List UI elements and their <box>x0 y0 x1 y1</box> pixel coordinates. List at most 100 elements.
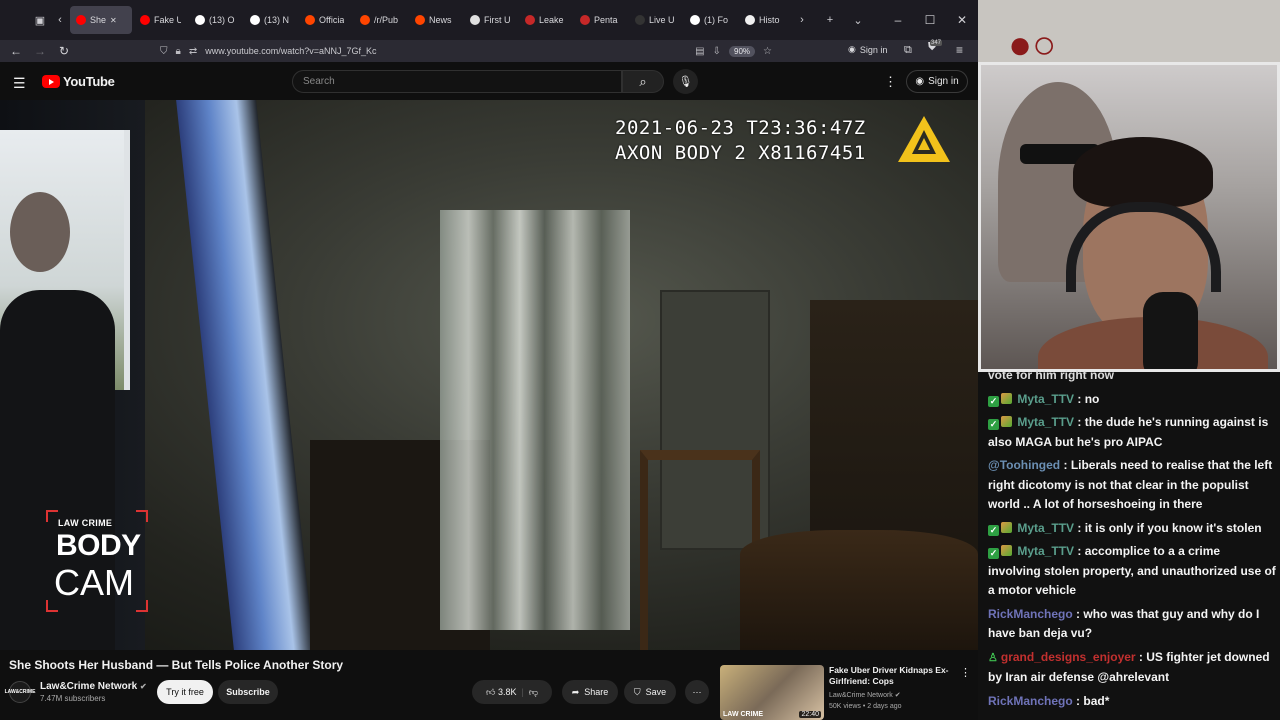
tab-favicon-icon <box>470 15 480 25</box>
lock-icon[interactable]: 🔒︎ <box>176 46 181 57</box>
chat-username[interactable]: Myta_TTV <box>1017 544 1074 558</box>
zoom-badge[interactable]: 90% <box>729 45 756 57</box>
maximize-icon[interactable]: ☐ <box>914 13 946 27</box>
shield-icon[interactable]: ⛉ <box>160 46 168 57</box>
chat-message: ✓ Myta_TTV : it is only if you know it's… <box>978 517 1280 541</box>
video-scene-door-frame <box>176 100 314 650</box>
url-bar[interactable]: ⛉ 🔒︎ ⇄ www.youtube.com/watch?v=aNNJ_7Gf_… <box>152 41 772 61</box>
browser-tab[interactable]: Penta <box>574 6 627 34</box>
search-input[interactable]: Search <box>292 70 622 93</box>
minimize-icon[interactable]: – <box>882 13 914 27</box>
tab-list-icon[interactable]: ⌄ <box>848 10 868 30</box>
tab-label: (13) O <box>209 15 235 25</box>
browser-tab[interactable]: Live U <box>629 6 682 34</box>
more-actions-button[interactable]: ⋯ <box>685 680 709 704</box>
chat-separator: : <box>1135 649 1147 664</box>
recommended-thumbnail[interactable]: LAW CRIME 22:40 <box>720 665 824 720</box>
channel-name-text[interactable]: Law&Crime Network <box>40 681 137 692</box>
tab-favicon-icon <box>580 15 590 25</box>
browser-tab[interactable]: (13) O <box>189 6 242 34</box>
share-button[interactable]: ➦ Share <box>562 680 618 704</box>
thumbs-up-icon: 👍︎ <box>486 686 496 697</box>
browser-signin-label: Sign in <box>859 44 888 55</box>
chat-text: no <box>1084 391 1100 406</box>
voice-search-button[interactable]: 🎙︎ <box>673 69 698 94</box>
recommended-channel-name[interactable]: Law&Crime Network <box>829 692 893 699</box>
chat-username[interactable]: Myta_TTV <box>1017 415 1074 429</box>
browser-tab[interactable]: (1) Fo <box>684 6 737 34</box>
permissions-icon[interactable]: ⇄ <box>189 46 197 57</box>
browser-tab[interactable]: News <box>409 6 462 34</box>
youtube-play-icon <box>42 75 60 88</box>
logo-corner <box>136 510 148 522</box>
browser-tab[interactable]: Histo <box>739 6 792 34</box>
chat-message: ✓ Myta_TTV : the dude he's running again… <box>978 411 1280 454</box>
reload-icon[interactable]: ↻ <box>52 44 76 58</box>
tab-scroll-right-icon[interactable]: › <box>792 10 812 30</box>
verified-icon: ✔︎ <box>894 692 901 699</box>
checkmark-badge-icon: ✓ <box>988 419 999 430</box>
video-player[interactable]: 2021-06-23 T23:36:47Z AXON BODY 2 X81167… <box>0 100 978 650</box>
tab-favicon-icon <box>195 15 205 25</box>
channel-row: LAW&CRIME Law&Crime Network ✔︎ 7.47M sub… <box>5 679 969 705</box>
url-text[interactable]: www.youtube.com/watch?v=aNNJ_7Gf_Kc <box>205 46 376 56</box>
tab-favicon-icon <box>745 15 755 25</box>
chat-username[interactable]: grand_designs_enjoyer <box>1001 650 1136 664</box>
forward-icon[interactable]: → <box>28 44 52 58</box>
like-button[interactable]: 👍︎ 3.8K <box>486 687 516 698</box>
tab-overview-icon[interactable]: ▣ <box>30 10 50 30</box>
search-button[interactable]: ⌕ <box>622 70 664 93</box>
subscribe-button[interactable]: Subscribe <box>218 680 278 704</box>
tab-label: First U <box>484 15 511 25</box>
chat-message: ✓ Myta_TTV : no <box>978 388 1280 412</box>
chat-username[interactable]: Myta_TTV <box>1017 521 1074 535</box>
browser-tab[interactable]: First U <box>464 6 517 34</box>
browser-tab[interactable]: Officia <box>299 6 352 34</box>
close-window-icon[interactable]: ✕ <box>946 13 978 27</box>
tab-scroll-left-icon[interactable]: ‹ <box>50 10 70 30</box>
youtube-logo[interactable]: YouTube <box>42 74 115 89</box>
chat-separator: : <box>1074 520 1085 535</box>
browser-window: ▣ ‹ She ✕ Fake U (13) O (13) N Officia/r/Pub N… <box>0 0 978 720</box>
close-tab-icon[interactable]: ✕ <box>110 16 117 25</box>
new-tab-icon[interactable]: + <box>820 10 840 30</box>
save-page-icon[interactable]: ⇩ <box>713 46 721 57</box>
chat-username[interactable]: @Toohinged <box>988 458 1060 472</box>
back-icon[interactable]: ← <box>4 44 28 58</box>
browser-signin-button[interactable]: ◉ Sign in <box>848 44 887 55</box>
tab-favicon-icon <box>305 15 315 25</box>
guide-menu-icon[interactable]: ☰ <box>13 75 26 92</box>
reader-view-icon[interactable]: ▤ <box>695 46 704 57</box>
save-button[interactable]: ⛉ Save <box>624 680 676 704</box>
app-menu-icon[interactable]: ≡ <box>956 43 963 57</box>
chat-username[interactable]: RickManchego <box>988 607 1073 621</box>
browser-tab[interactable]: Fake U <box>134 6 187 34</box>
chat-message: RickManchego : who was that guy and why … <box>978 603 1280 646</box>
extensions-icon[interactable]: ⧉ <box>904 44 912 57</box>
thumbs-down-icon[interactable]: 👎︎ <box>529 687 538 698</box>
chat-username[interactable]: RickManchego <box>988 694 1073 708</box>
recommended-title[interactable]: Fake Uber Driver Kidnaps Ex-Girlfriend: … <box>829 665 954 687</box>
browser-tab[interactable]: Leake <box>519 6 572 34</box>
youtube-signin-label: Sign in <box>928 76 959 87</box>
browser-tab[interactable]: (13) N <box>244 6 297 34</box>
browser-tab[interactable]: /r/Pub <box>354 6 407 34</box>
channel-avatar[interactable]: LAW&CRIME <box>5 681 35 703</box>
youtube-logo-text: YouTube <box>63 74 115 89</box>
youtube-signin-button[interactable]: ◉ Sign in <box>906 70 968 93</box>
tab-label: Officia <box>319 15 345 25</box>
try-free-button[interactable]: Try it free <box>157 680 213 704</box>
chat-username[interactable]: Myta_TTV <box>1017 392 1074 406</box>
recommended-menu-icon[interactable]: ⋮ <box>960 666 971 679</box>
ublock-icon[interactable]: ⛊ 347 <box>928 40 943 54</box>
bodycam-timestamp-date: 2021-06-23 T23:36:47Z <box>615 117 866 139</box>
bookmark-star-icon[interactable]: ☆ <box>763 46 772 57</box>
tab-favicon-icon <box>76 15 86 25</box>
browser-tab[interactable]: She ✕ <box>70 6 132 34</box>
more-horizontal-icon: ⋯ <box>692 686 702 697</box>
checkmark-badge-icon: ✓ <box>988 548 999 559</box>
chat-text: bad* <box>1083 693 1110 708</box>
channel-name[interactable]: Law&Crime Network ✔︎ <box>40 681 147 692</box>
settings-more-icon[interactable]: ⋮ <box>884 74 897 90</box>
recommended-channel[interactable]: Law&Crime Network ✔︎ <box>829 691 901 699</box>
